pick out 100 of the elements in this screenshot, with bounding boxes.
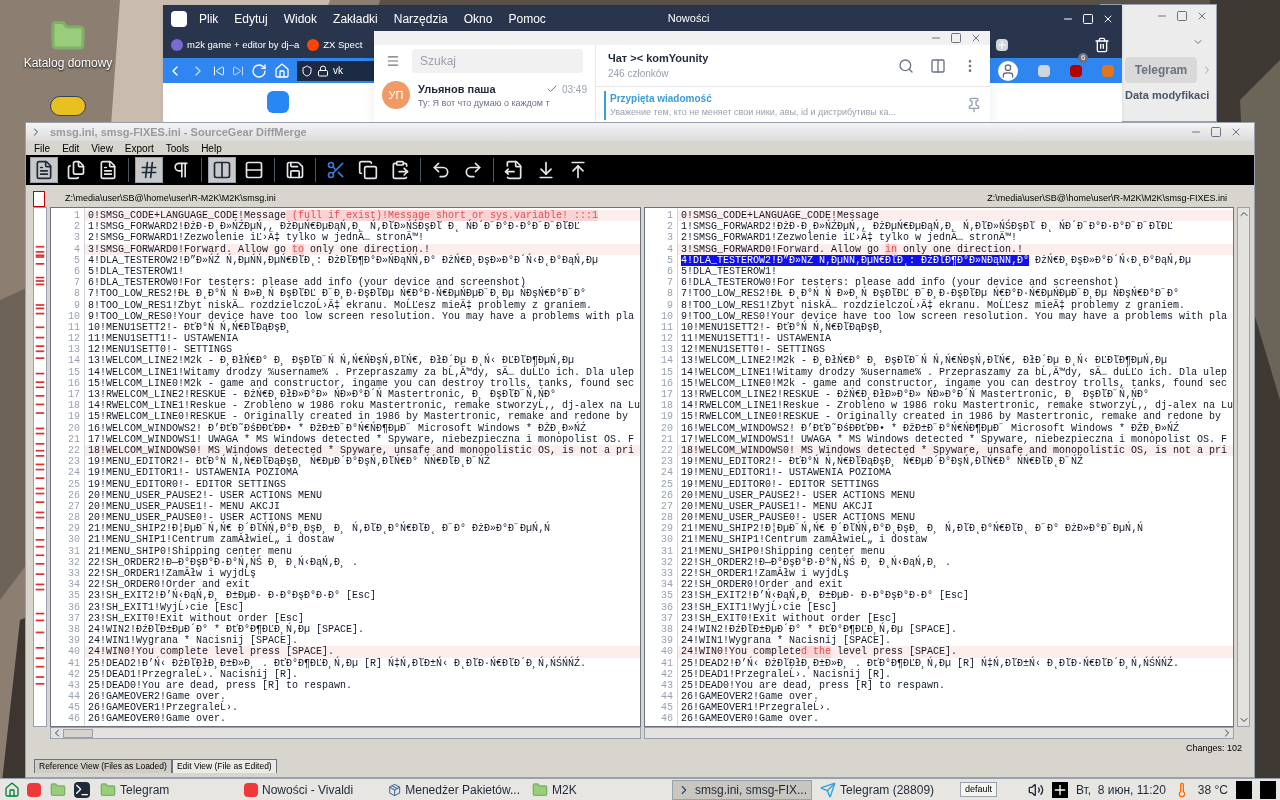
changes-count: Changes: 102 — [1185, 742, 1242, 756]
line-number: 19 — [660, 411, 674, 423]
code-line: 13!RWELCOM_LINE2!RESKUE - ĐżŃ€Đ¸ĐłĐ»Đ°Đ» ŃĐ»Đ°Đ´Ń Mastertronic, Đ¸ ĐşĐľĐ˝Ń‚ŃĐ° — [88, 389, 557, 401]
line-number: 46 — [660, 713, 674, 725]
clock[interactable]: Вт, 8 июн, 11:20 — [1075, 780, 1166, 799]
menu-item[interactable]: Plik — [199, 9, 219, 28]
view-tab[interactable]: Edit View (File as Edited) — [171, 759, 277, 773]
menu-item[interactable]: Pomoc — [508, 9, 546, 28]
line-number: 13 — [660, 344, 674, 356]
line-number: 37 — [67, 612, 81, 624]
chat-time: 03:49 — [561, 82, 587, 97]
search-field[interactable]: Szukaj — [412, 49, 583, 73]
code-line: 21!MENU_SHIP2!Đ¦ĐµĐ˝Ń‚Ń€ Đ´ĐľŃŃ‚Đ°Đ˛ĐşĐ¸ Đ¸ Ń‚ĐľĐ˛Đ°Ń€ĐľĐ˛ Đ˝Đ° ĐżĐ»Đ°Đ˝ĐµŃ‚Ń — [681, 523, 1144, 535]
code-line: 5!DLA_TESTEROW1! — [681, 265, 777, 278]
menu-item[interactable]: Export — [124, 140, 154, 156]
code-line: 24!WIN2!ĐźĐľĐ±ĐµĐ´Đ° * ĐťĐ°Đ¶ĐĽĐ¸Ń‚Đµ [SPACE]. — [681, 623, 958, 636]
code-line: 23!SH_EXIT0!Exit without order [Esc] — [88, 612, 305, 624]
taskbar-item[interactable]: M2K — [528, 779, 668, 800]
column-header[interactable]: Data modyfikaci — [1125, 87, 1216, 104]
line-number: 38 — [660, 623, 674, 636]
menu-item[interactable]: Tools — [165, 140, 190, 156]
code-line: 1!SMSG_FORWARD2!ĐżĐ·Đ˛Đ»ŃŹĐµŃ‚, ĐżĐµŃ€ĐµĐąŃ‚Đ¸ Ń‚ĐľĐ»ŃŚĐşĐľ Đ˛ ŃĐ´Đ˝Đ°Đ·Đ°Đ˝Đ˝ĐľĐĽ — [88, 221, 581, 233]
code-line: 19!MENU_EDITOR1!- USTAWENIA POZIOMA — [681, 467, 892, 479]
line-number: 25 — [67, 478, 81, 490]
line-number: 32 — [660, 556, 674, 568]
taskbar-item[interactable]: Nowości - Vivaldi — [240, 779, 380, 800]
line-number: 1 — [73, 210, 81, 222]
taskbar-item[interactable]: Telegram (28809) — [816, 779, 956, 800]
code-line: 24!WIN1!Wygrana * Nacisnij [SPACE]. — [88, 635, 299, 647]
browser-tab[interactable]: m2k game + editor by dj–a — [167, 34, 304, 56]
taskbar-item[interactable]: Telegram — [96, 779, 236, 800]
browser-tab[interactable]: ZX Spect — [303, 34, 367, 56]
code-line: 11!MENU1SETT1!- USTAWENIA — [88, 333, 239, 345]
line-number: 14 — [660, 355, 674, 367]
code-line: 14!RWELCOM_LINE1!Reskue - Zrobleno w 1986 roku Mastertronic, remake stworzyĹ‚, dj-alex na Lu — [681, 400, 1234, 412]
code-line: 14!RWELCOM_LINE1!Reskue - Zrobleno w 1986 roku Mastertronic, remake stworzyĹ‚, dj-alex na Lu — [88, 400, 641, 412]
desktop-icon-label[interactable]: Katalog domowy — [23, 54, 113, 72]
avatar: УП — [382, 81, 410, 109]
menu-item[interactable]: Okno — [463, 9, 493, 28]
code-line: 23!SH_EXIT2!Đ’Ń‹ĐąŃ‚Đ¸ Đ±ĐµĐ· Đ·Đ°ĐşĐ°Đ·Đ° [Esc] — [88, 590, 377, 602]
code-line: 5!DLA_TESTEROW1! — [88, 265, 184, 278]
chat-title: Чат >< komYounity — [608, 50, 709, 66]
line-number: 28 — [67, 512, 81, 524]
menu-item[interactable]: Zakładki — [333, 9, 378, 28]
line-number: 42 — [660, 668, 674, 680]
line-number: 35 — [67, 590, 81, 602]
taskbar-item[interactable]: smsg.ini, smsg-FIX... — [672, 779, 812, 800]
code-line: 22!SH_ORDER2!Đ—Đ°ĐşĐ°Đ·Đ°Ń‚ŃŚ Đ¸ Đ˛Ń‹ĐąŃ‚Đ¸ . — [88, 556, 359, 568]
code-line: only one direction.! — [903, 243, 1024, 255]
code-line: 19!MENU_EDITOR1!- USTAWENIA POZIOMA — [88, 467, 299, 479]
line-number: 33 — [660, 568, 674, 580]
pinned-label: Przypięta wiadomość — [610, 92, 713, 106]
line-number: 37 — [660, 612, 674, 624]
code-line: 20!MENU_USER_PAUSE2!- USER ACTIONS MENU — [88, 489, 323, 501]
code-line: 23!SH_EXIT2!Đ’Ń‹ĐąŃ‚Đ¸ Đ±ĐµĐ· Đ·Đ°ĐşĐ°Đ·Đ° [Esc] — [681, 590, 970, 602]
line-number: 5 — [666, 254, 674, 266]
line-number: 7 — [73, 277, 81, 289]
code-line: 25!DEAD0!You are dead, press [R] to respawn. — [88, 679, 353, 692]
line-number: 44 — [67, 691, 81, 703]
line-number: 19 — [67, 411, 81, 423]
file-path: Z:\media\user\SB@\home\user\R-M2K\M2K\smsg.ini — [65, 192, 276, 206]
menu-item[interactable]: Widok — [283, 9, 318, 28]
line-number: 17 — [660, 389, 674, 401]
code-line: 8!TOO_LOW_RES1!Zbyt niskÄ… rozdzielczoĹ›Ä‡ ekranu. MoĹĽesz mieÄ‡ problemy z graniem. — [88, 299, 593, 311]
menu-item[interactable]: Narzędzia — [393, 9, 448, 28]
line-number: 12 — [660, 333, 674, 345]
code-line: 25!DEAD2!Đ’Ń‹ ĐżĐľĐłĐ¸Đ±Đ»Đ¸ . ĐťĐ°Đ¶ĐĽĐ¸Ń‚Đµ [R] Ń‡Ń‚ĐľĐ±Ń‹ Đ˛ĐľĐ·Ń€ĐľĐ´Đ¸Ń‚ŃŚŃŃŹ. — [681, 657, 1180, 669]
taskbar-item[interactable]: Menedżer Pakietów... — [384, 779, 524, 800]
line-number: 35 — [660, 590, 674, 602]
menu-item[interactable]: Help — [201, 140, 222, 156]
menu-item[interactable]: Edit — [62, 140, 80, 156]
code-line: 13!WELCOM_LINE2!M2k - Đ¸ĐłŃ€Đ° Đ¸ ĐşĐľĐ˝Ń Ń‚Ń€ŃĐşŃ‚ĐľŃ€, ĐłĐ´Đµ Đ˛Ń‹ ĐĽĐľĐ¶ĐµŃ‚Đµ — [681, 355, 1168, 367]
line-number: 6 — [73, 265, 81, 278]
code-line: 23!SH_EXIT0!Exit without order [Esc] — [681, 612, 898, 624]
line-number: 9 — [666, 299, 674, 311]
view-tab[interactable]: Reference View (Files as Loaded) — [34, 759, 172, 773]
line-number: 5 — [73, 254, 81, 266]
line-number: 16 — [660, 377, 674, 389]
line-number: 39 — [660, 635, 674, 647]
temperature: 38 °C — [1197, 781, 1228, 799]
code-line: 11!MENU1SETT1!- USTAWENIA — [681, 333, 832, 345]
line-number: 34 — [67, 579, 81, 591]
menu-item[interactable]: View — [91, 140, 113, 156]
code-line: 23!SH_EXIT1!WyjĹ›cie [Esc] — [681, 601, 838, 613]
code-line: 19!MENU_EDITOR2!- ĐťĐ°Ń Ń‚Ń€ĐľĐąĐşĐ¸ Ń€ĐµĐ´Đ°ĐşŃ‚ĐľŃ€Đ° ŃŃ€ĐľĐ˛Đ˝ŃŹ — [88, 456, 491, 468]
code-line: 21!MENU_SHIP2!Đ¦ĐµĐ˝Ń‚Ń€ Đ´ĐľŃŃ‚Đ°Đ˛ĐşĐ¸ Đ¸ Ń‚ĐľĐ˛Đ°Ń€ĐľĐ˛ Đ˝Đ° ĐżĐ»Đ°Đ˝ĐµŃ‚Ń — [88, 523, 551, 535]
line-number: 33 — [67, 568, 81, 580]
line-number: 2 — [666, 221, 674, 233]
line-number: 4 — [666, 243, 674, 255]
code-line: 25!DEAD1!PrzegraleĹ›. Nacisnij [R]. — [681, 668, 892, 680]
code-line: 26!GAMEOVER1!PrzegraleĹ›. — [681, 702, 832, 714]
code-line: 22!SH_ORDER2!Đ—Đ°ĐşĐ°Đ·Đ°Ń‚ŃŚ Đ¸ Đ˛Ń‹ĐąŃ‚Đ¸ . — [681, 556, 952, 568]
line-number: 43 — [660, 679, 674, 692]
code-line: 2!SMSG_FORWARD1!Zezwolenie iĽ›Ä‡ tylko w jednÄ… stronÄ™! — [681, 232, 1018, 244]
code-line: 21!MENU_SHIP1!Centrum zamĂłwieĹ„ i dostaw — [681, 534, 928, 546]
menu-item[interactable]: Edytuj — [234, 9, 268, 28]
menu-item[interactable]: File — [34, 140, 51, 156]
line-number: 36 — [67, 601, 81, 613]
line-number: 18 — [67, 400, 81, 412]
code-line: 24!WIN2!ĐźĐľĐ±ĐµĐ´Đ° * ĐťĐ°Đ¶ĐĽĐ¸Ń‚Đµ [SPACE]. — [88, 623, 365, 636]
